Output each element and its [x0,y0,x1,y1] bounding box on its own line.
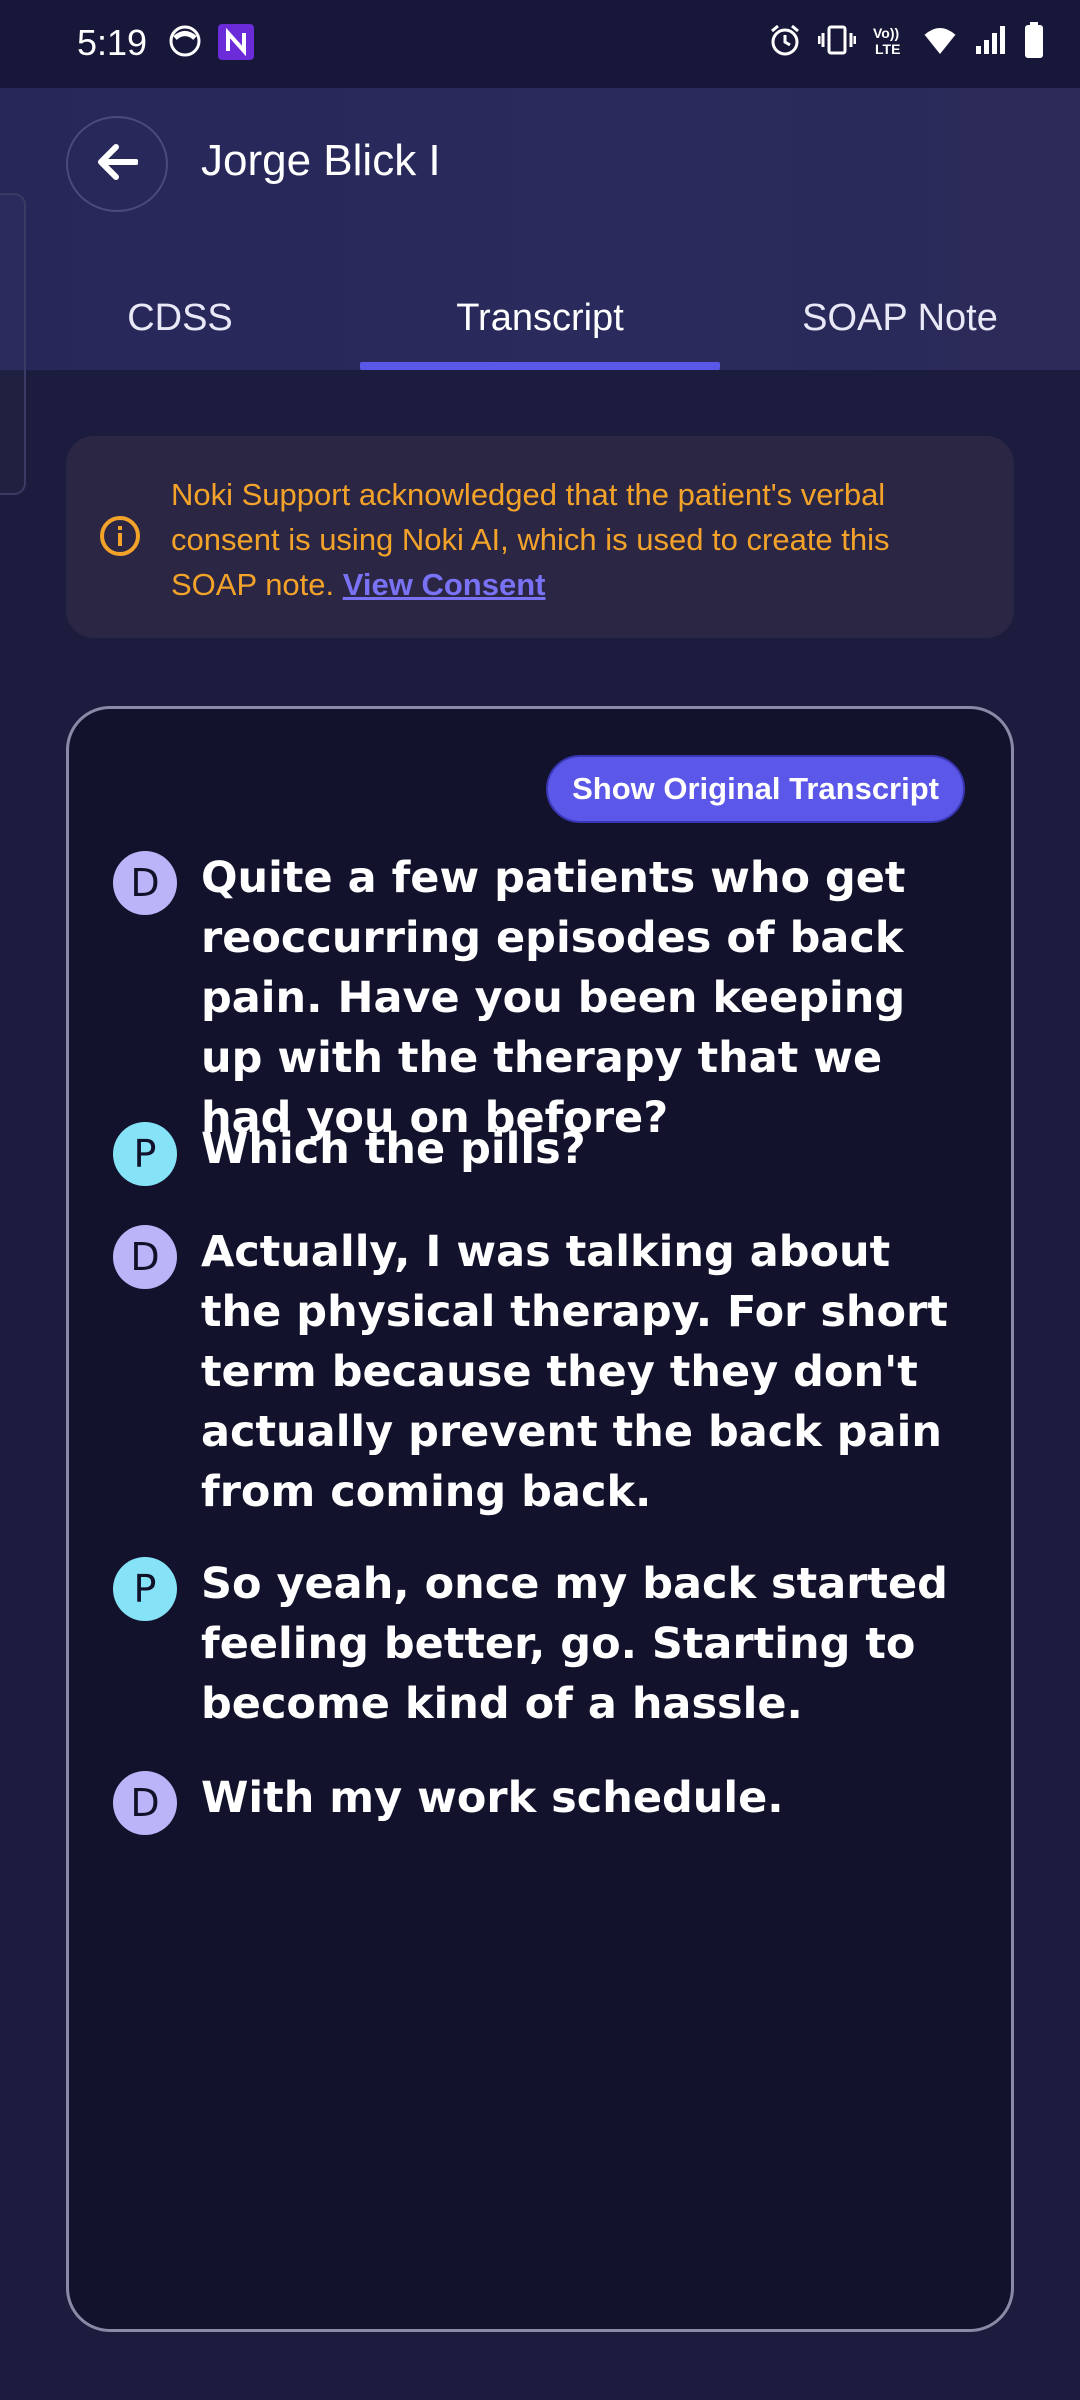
alarm-icon [768,23,802,57]
svg-text:LTE: LTE [875,41,900,57]
app-n-icon [218,24,258,64]
app-face-icon [168,24,208,64]
speaker-avatar: P [113,1557,177,1621]
svg-text:Vo)): Vo)) [873,25,899,41]
arrow-left-icon [96,143,139,185]
volte-icon: Vo)) LTE [872,23,906,57]
speaker-avatar: D [113,1225,177,1289]
signal-icon [974,24,1008,56]
view-consent-link[interactable]: View Consent [343,567,546,602]
info-icon [98,514,142,562]
message-text: Which the pills? [201,1124,586,1174]
tab-transcript[interactable]: Transcript [360,266,720,370]
speaker-avatar: D [113,1771,177,1835]
battery-icon [1024,22,1044,58]
message-text: Quite a few patients who get reoccurring… [201,853,906,1143]
transcript-message: P So yeah, once my back started feeling … [113,1557,953,1734]
wifi-icon [922,24,958,56]
speaker-avatar: D [113,851,177,915]
show-original-transcript-button[interactable]: Show Original Transcript [546,755,965,823]
message-text: With my work schedule. [201,1773,784,1823]
tab-bar: CDSS Transcript SOAP Note [0,266,1080,370]
transcript-message: D With my work schedule. [113,1771,953,1835]
transcript-message: D Actually, I was talking about the phys… [113,1225,953,1522]
active-tab-indicator [360,362,720,370]
message-text: Actually, I was talking about the physic… [201,1227,948,1517]
app-bar: Jorge Blick I CDSS Transcript SOAP Note [0,88,1080,370]
patient-name: Jorge Blick I [201,136,441,185]
message-text: So yeah, once my back started feeling be… [201,1559,948,1729]
transcript-message: D Quite a few patients who get reoccurri… [113,851,953,1148]
consent-banner: Noki Support acknowledged that the patie… [66,436,1014,638]
vibrate-icon [818,23,856,57]
transcript-card: Show Original Transcript D Quite a few p… [66,706,1014,2332]
side-drawer-handle[interactable] [0,193,26,495]
consent-text: Noki Support acknowledged that the patie… [171,472,981,607]
status-bar: 5:19 Vo)) LTE [0,0,1080,88]
back-button[interactable] [66,116,168,212]
speaker-avatar: P [113,1122,177,1186]
transcript-message: P Which the pills? [113,1122,953,1186]
tab-cdss[interactable]: CDSS [0,266,360,370]
tab-soap-note[interactable]: SOAP Note [720,266,1080,370]
status-time: 5:19 [77,22,148,63]
